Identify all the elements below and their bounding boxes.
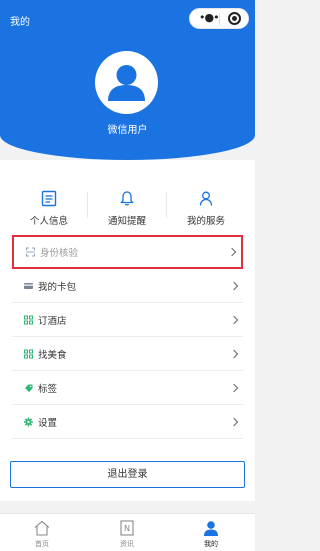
quick-item-label: 通知提醒 [107, 216, 146, 227]
avatar[interactable] [95, 51, 158, 114]
grid-icon [24, 349, 33, 358]
user-icon [204, 521, 218, 536]
menu-item-label: 找美食 [38, 349, 67, 361]
chevron-right-icon [229, 315, 239, 324]
tag-icon [24, 383, 33, 392]
news-icon: N [120, 520, 134, 536]
scan-icon [26, 247, 35, 257]
quick-item-notifications[interactable]: 通知提醒 [88, 188, 166, 227]
tab-bar: 首页 N 资讯 我的 [0, 513, 255, 551]
user-avatar-icon [108, 65, 145, 101]
chevron-right-icon [229, 281, 239, 290]
quick-item-profile[interactable]: 个人信息 [10, 188, 88, 227]
menu-item-find-food[interactable]: 找美食 [12, 337, 243, 371]
bell-icon [120, 190, 134, 206]
card-icon [24, 281, 33, 290]
menu-item-label: 身份核验 [40, 248, 79, 259]
content-panel: 个人信息 通知提醒 我的服务 身份核验 我的卡包 订酒店 找美食 标签 设置 退… [0, 160, 255, 501]
home-icon [34, 520, 50, 536]
tab-news[interactable]: N 资讯 [107, 518, 147, 549]
chevron-right-icon [227, 247, 237, 257]
chevron-right-icon [229, 417, 239, 426]
tab-mine[interactable]: 我的 [191, 518, 231, 549]
tab-home[interactable]: 首页 [22, 518, 62, 549]
quick-item-services[interactable]: 我的服务 [167, 188, 245, 227]
username: 微信用户 [107, 125, 148, 136]
menu-item-label: 标签 [38, 383, 58, 395]
page-title: 我的 [10, 17, 30, 28]
profile-header: 我的 •●• 微信用户 [0, 0, 255, 160]
quick-item-label: 个人信息 [29, 216, 68, 227]
svg-text:N: N [124, 524, 130, 533]
logout-button[interactable]: 退出登录 [10, 461, 245, 488]
menu-item-tags[interactable]: 标签 [12, 371, 243, 405]
menu-list: 身份核验 我的卡包 订酒店 找美食 标签 设置 [12, 235, 243, 439]
menu-item-label: 我的卡包 [38, 281, 77, 293]
menu-item-label: 设置 [38, 417, 58, 429]
person-icon [199, 191, 213, 206]
tab-label: 我的 [204, 540, 218, 548]
grid-icon [24, 315, 33, 324]
capsule-divider [219, 13, 220, 25]
more-options-icon[interactable]: •●• [199, 11, 220, 24]
quick-item-label: 我的服务 [186, 216, 225, 227]
chevron-right-icon [229, 383, 239, 392]
tab-label: 首页 [35, 540, 49, 548]
menu-item-book-hotel[interactable]: 订酒店 [12, 303, 243, 337]
menu-item-card-wallet[interactable]: 我的卡包 [12, 269, 243, 303]
menu-item-settings[interactable]: 设置 [12, 405, 243, 439]
chevron-right-icon [229, 349, 239, 358]
miniprogram-capsule: •●• [189, 8, 249, 29]
gear-icon [24, 417, 33, 426]
tab-label: 资讯 [120, 540, 134, 548]
menu-item-label: 订酒店 [38, 315, 67, 327]
close-icon[interactable] [228, 12, 241, 25]
quick-actions: 个人信息 通知提醒 我的服务 [0, 188, 255, 228]
id-card-icon [41, 190, 57, 206]
menu-item-identity-verification[interactable]: 身份核验 [12, 235, 243, 269]
